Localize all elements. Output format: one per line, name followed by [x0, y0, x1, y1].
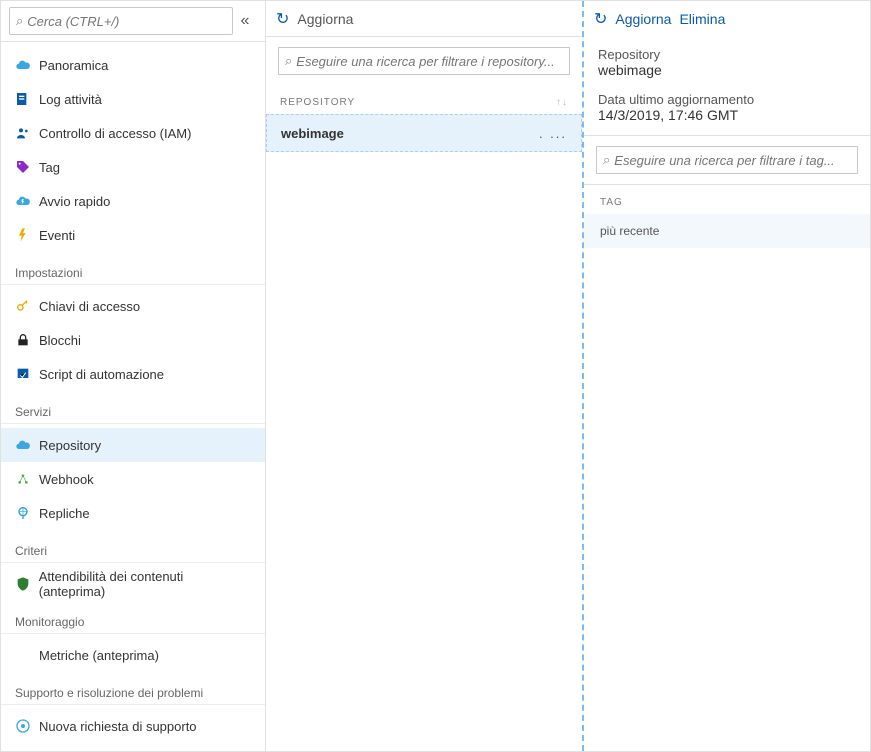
log-icon — [15, 91, 39, 107]
repo-header-label: REPOSITORY — [280, 97, 355, 108]
refresh-icon[interactable]: ↻ — [594, 9, 607, 29]
script-icon — [15, 366, 39, 382]
quick-icon — [15, 193, 39, 209]
tag-filter-input[interactable] — [614, 153, 851, 168]
repo-toolbar: ↻ Aggiorna — [266, 1, 582, 37]
nav-item[interactable]: Log attività — [1, 82, 265, 116]
section-header: Servizi — [1, 391, 265, 424]
repo-column-header[interactable]: REPOSITORY ↑↓ — [266, 85, 582, 114]
nav-item-label: Avvio rapido — [39, 194, 110, 209]
nav-item[interactable]: Controllo di accesso (IAM) — [1, 116, 265, 150]
tag-column-header[interactable]: TAG — [584, 185, 870, 214]
nav-item[interactable]: Attendibilità dei contenuti (anteprima) — [1, 567, 265, 601]
nav-item-label: Controllo di accesso (IAM) — [39, 126, 191, 141]
shield-icon — [15, 576, 39, 592]
tag-filter-box[interactable]: ⌕ — [596, 146, 858, 174]
nav-item-label: Script di automazione — [39, 367, 164, 382]
nav-item-label: Log attività — [39, 92, 102, 107]
section-header: Monitoraggio — [1, 601, 265, 634]
globe-icon — [15, 505, 39, 521]
row-menu-button[interactable]: . ... — [539, 126, 567, 141]
repository-detail-panel: ↻ Aggiorna Elimina Repository webimage D… — [584, 1, 870, 751]
nav-item-label: Repliche — [39, 506, 90, 521]
nav-item[interactable]: Repliche — [1, 496, 265, 530]
collapse-sidebar-button[interactable]: « — [233, 12, 257, 30]
refresh-icon[interactable]: ↻ — [276, 9, 289, 29]
webhook-icon — [15, 471, 39, 487]
repository-row[interactable]: webimage . ... — [266, 114, 582, 152]
cloud-icon — [15, 57, 39, 73]
search-icon: ⌕ — [603, 152, 610, 168]
search-icon: ⌕ — [16, 13, 23, 29]
nav-item-label: Attendibilità dei contenuti (anteprima) — [39, 569, 251, 599]
section-header: Supporto e risoluzione dei problemi — [1, 672, 265, 705]
nav-item-label: Blocchi — [39, 333, 81, 348]
nav-item-label: Tag — [39, 160, 60, 175]
sidebar: ⌕ « Panoramica Log attività Controllo di a… — [1, 1, 266, 751]
search-icon: ⌕ — [285, 53, 292, 69]
nav-item-label: Metriche (anteprima) — [39, 648, 159, 663]
nav-item-label: Repository — [39, 438, 101, 453]
repo-filter-input[interactable] — [296, 54, 563, 69]
repository-name: webimage — [598, 62, 856, 78]
nav-item[interactable]: Panoramica — [1, 48, 265, 82]
tag-row[interactable]: più recente — [584, 214, 870, 248]
key-icon — [15, 298, 39, 314]
tag-icon — [15, 159, 39, 175]
nav-item[interactable]: Avvio rapido — [1, 184, 265, 218]
cloud-icon — [15, 437, 39, 453]
nav-item[interactable]: Script di automazione — [1, 357, 265, 391]
support-icon — [15, 718, 39, 734]
nav-item[interactable]: Webhook — [1, 462, 265, 496]
detail-toolbar: ↻ Aggiorna Elimina — [584, 1, 870, 37]
section-header: Impostazioni — [1, 252, 265, 285]
nav-item-label: Nuova richiesta di supporto — [39, 719, 197, 734]
nav-item-label: Webhook — [39, 472, 94, 487]
nav-menu: Panoramica Log attività Controllo di acces… — [1, 42, 265, 751]
updated-label: Data ultimo aggiornamento — [598, 92, 856, 107]
sort-icon[interactable]: ↑↓ — [556, 97, 568, 108]
refresh-button[interactable]: Aggiorna — [297, 11, 353, 27]
nav-item[interactable]: Tag — [1, 150, 265, 184]
refresh-button[interactable]: Aggiorna — [615, 11, 671, 27]
search-box[interactable]: ⌕ — [9, 7, 233, 35]
bolt-icon — [15, 227, 39, 243]
repository-list-panel: ↻ Aggiorna ⌕ REPOSITORY ↑↓ webimage . ... — [266, 1, 584, 751]
section-header: Criteri — [1, 530, 265, 563]
nav-item-label: Panoramica — [39, 58, 108, 73]
nav-item[interactable]: Eventi — [1, 218, 265, 252]
nav-item-label: Chiavi di accesso — [39, 299, 140, 314]
repo-filter-box[interactable]: ⌕ — [278, 47, 570, 75]
nav-item[interactable]: Nuova richiesta di supporto — [1, 709, 265, 743]
nav-item[interactable]: Repository — [1, 428, 265, 462]
nav-item[interactable]: Metriche (anteprima) — [1, 638, 265, 672]
repository-name: webimage — [281, 126, 344, 141]
updated-value: 14/3/2019, 17:46 GMT — [598, 107, 856, 123]
search-input[interactable] — [27, 14, 226, 29]
nav-item-label: Eventi — [39, 228, 75, 243]
repository-label: Repository — [598, 47, 856, 62]
iam-icon — [15, 125, 39, 141]
nav-item[interactable]: Chiavi di accesso — [1, 289, 265, 323]
lock-icon — [15, 332, 39, 348]
delete-button[interactable]: Elimina — [679, 11, 725, 27]
nav-item[interactable]: Blocchi — [1, 323, 265, 357]
